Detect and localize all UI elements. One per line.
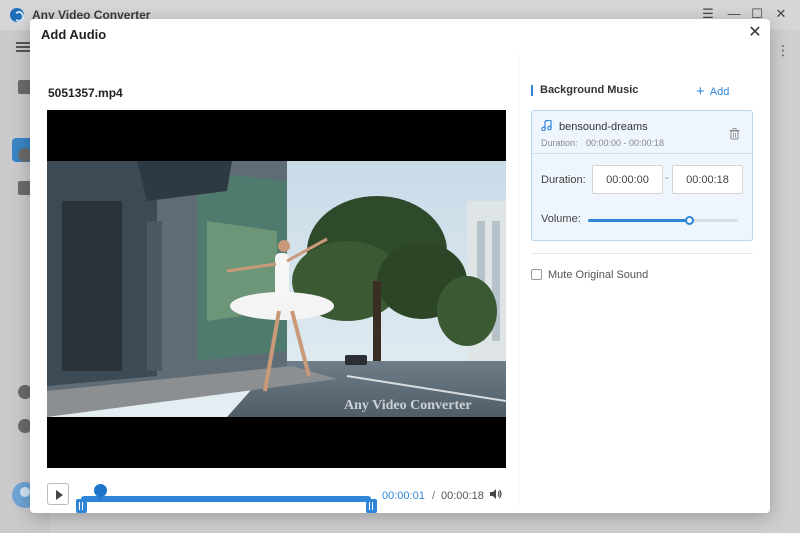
background-music-title: Background Music (531, 85, 638, 96)
dialog-close-icon[interactable]: ✕ (746, 24, 764, 42)
volume-label: Volume: (541, 213, 581, 225)
music-note-icon (541, 120, 552, 131)
video-player[interactable]: Any Video Converter (47, 110, 506, 468)
music-track-card: bensound-dreams Duration: 00:00:00 - 00:… (531, 110, 753, 241)
volume-fill (588, 219, 689, 222)
trim-range-fill (81, 496, 371, 502)
trim-start-handle[interactable] (76, 499, 87, 513)
trash-icon[interactable] (729, 128, 740, 140)
trim-end-handle[interactable] (366, 499, 377, 513)
plus-icon: + (696, 83, 705, 100)
volume-slider[interactable] (588, 216, 738, 225)
current-time: 00:00:01 (382, 490, 425, 502)
add-audio-dialog: Add Audio ✕ 5051357.mp4 Any Video Conver… (30, 19, 770, 513)
app-logo-icon (10, 8, 24, 22)
duration-field-label: Duration: (541, 174, 586, 186)
dialog-header: Add Audio ✕ (30, 19, 770, 49)
volume-icon[interactable] (489, 487, 503, 501)
total-time: 00:00:18 (441, 490, 484, 502)
player-controls: 00:00:01 / 00:00:18 (47, 480, 506, 513)
video-file-name: 5051357.mp4 (48, 86, 123, 100)
dialog-title: Add Audio (41, 27, 107, 42)
start-time-input[interactable] (592, 165, 663, 194)
mute-original-label: Mute Original Sound (548, 269, 649, 281)
music-track-name: bensound-dreams (559, 121, 648, 133)
video-watermark: Any Video Converter (344, 398, 472, 413)
seek-track[interactable] (76, 484, 377, 513)
window-close-icon[interactable]: ✕ (773, 6, 789, 22)
range-dash: - (665, 172, 669, 184)
video-preview-panel: 5051357.mp4 Any Video Converter 00:00:01… (36, 55, 518, 513)
more-options-icon[interactable]: ⋮ (776, 42, 790, 59)
music-duration-range: 00:00:00 - 00:00:18 (586, 138, 665, 148)
music-track-header: bensound-dreams Duration: 00:00:00 - 00:… (532, 111, 752, 154)
play-button[interactable] (47, 483, 69, 505)
add-music-label: Add (709, 86, 730, 98)
music-duration-label: Duration: (541, 138, 578, 148)
volume-knob[interactable] (684, 216, 694, 225)
background-music-panel: Background Music + Add bensound-dreams Du… (519, 55, 766, 507)
mute-original-checkbox[interactable] (531, 269, 542, 280)
add-music-button[interactable]: + Add (696, 83, 729, 100)
video-frame-image (47, 161, 506, 417)
end-time-input[interactable] (672, 165, 743, 194)
time-separator: / (432, 490, 436, 502)
divider (531, 253, 753, 254)
